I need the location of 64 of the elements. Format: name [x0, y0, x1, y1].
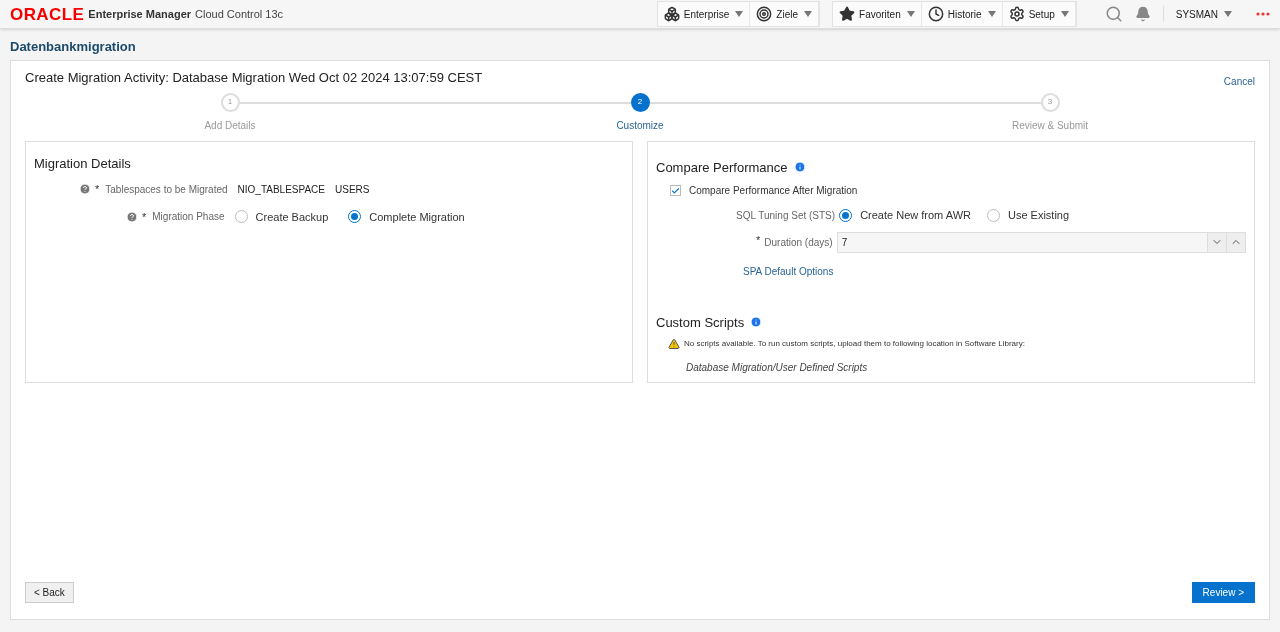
search-icon[interactable]	[1104, 5, 1123, 23]
product-name: Enterprise Manager	[88, 6, 192, 22]
cancel-link[interactable]: Cancel	[1223, 73, 1255, 89]
field-label: Migration Phase	[152, 210, 225, 225]
section-title: Custom Scripts	[656, 313, 745, 332]
page-title: Datenbankmigration	[9, 38, 137, 56]
required-mark: *	[756, 232, 761, 248]
caret-icon	[735, 11, 744, 17]
menu-button[interactable]: Setup	[1002, 2, 1076, 26]
edition-name: Cloud Control 13c	[195, 6, 284, 22]
target-icon	[756, 6, 773, 22]
review-button[interactable]: Review >	[1191, 582, 1255, 603]
required-mark: *	[142, 209, 147, 225]
spa-options-link[interactable]: SPA Default Options	[743, 263, 1246, 279]
caret-icon	[906, 11, 915, 17]
field-label: Tablespaces to be Migrated	[105, 182, 228, 197]
menu-button[interactable]: Enterprise	[657, 2, 751, 26]
caret-icon	[804, 11, 813, 17]
menu-button[interactable]: Favoriten	[833, 2, 922, 26]
more-icon[interactable]	[1256, 12, 1270, 16]
help-icon[interactable]	[126, 210, 138, 223]
caret-icon	[1224, 11, 1232, 17]
logo: ORACLE	[10, 5, 85, 23]
radio-option[interactable]: Create Backup	[234, 208, 329, 225]
radio-button[interactable]	[986, 208, 1000, 222]
notification-icon[interactable]	[1134, 6, 1151, 22]
caret-icon	[987, 11, 996, 17]
field-label: SQL Tuning Set (STS)	[736, 208, 836, 223]
field-label: Duration (days)	[764, 235, 833, 250]
activity-title: Create Migration Activity: Database Migration Wed Oct 02 2024 13:07:59 CEST	[25, 68, 483, 87]
boxes-icon	[663, 6, 680, 22]
increment-button[interactable]	[1226, 232, 1245, 252]
field-value: NIO_TABLESPACE	[237, 182, 325, 197]
step-label: Review & Submit	[1011, 118, 1089, 133]
step-label: Add Details	[204, 118, 256, 133]
clock-icon	[927, 6, 944, 22]
radio-button[interactable]	[234, 210, 248, 224]
radio-button[interactable]	[839, 208, 853, 222]
menu-button[interactable]: Ziele	[750, 2, 820, 26]
info-icon[interactable]	[750, 316, 763, 329]
warning-icon	[668, 338, 680, 350]
library-path: Database Migration/User Defined Scripts	[686, 361, 869, 375]
radio-option[interactable]: Use Existing	[986, 207, 1070, 224]
info-icon[interactable]	[793, 161, 806, 174]
caret-icon	[1060, 11, 1069, 17]
section-title: Compare Performance	[656, 158, 788, 177]
user-menu[interactable]: SYSMAN	[1175, 6, 1232, 22]
field-value: USERS	[335, 182, 370, 197]
help-icon[interactable]	[79, 183, 91, 196]
menu-button[interactable]: Historie	[921, 2, 1003, 26]
duration-field[interactable]: 7	[837, 232, 1207, 252]
radio-button[interactable]	[348, 210, 362, 224]
radio-option[interactable]: Complete Migration	[348, 208, 465, 225]
section-title: Migration Details	[34, 154, 132, 173]
warning-message: No scripts available. To run custom scripts, upload them to following location in Software Library:	[684, 338, 1025, 350]
required-mark: *	[95, 182, 100, 197]
radio-option[interactable]: Create New from AWR	[839, 207, 971, 224]
duration-spinner[interactable]: 7	[836, 231, 1246, 253]
step-label: Customize	[616, 118, 664, 133]
star-icon	[839, 6, 856, 22]
back-button[interactable]: < Back	[25, 582, 74, 603]
checkbox-option[interactable]: Compare Performance After Migration	[670, 183, 1246, 198]
settings-icon	[1008, 6, 1025, 22]
checkbox[interactable]	[670, 185, 681, 196]
